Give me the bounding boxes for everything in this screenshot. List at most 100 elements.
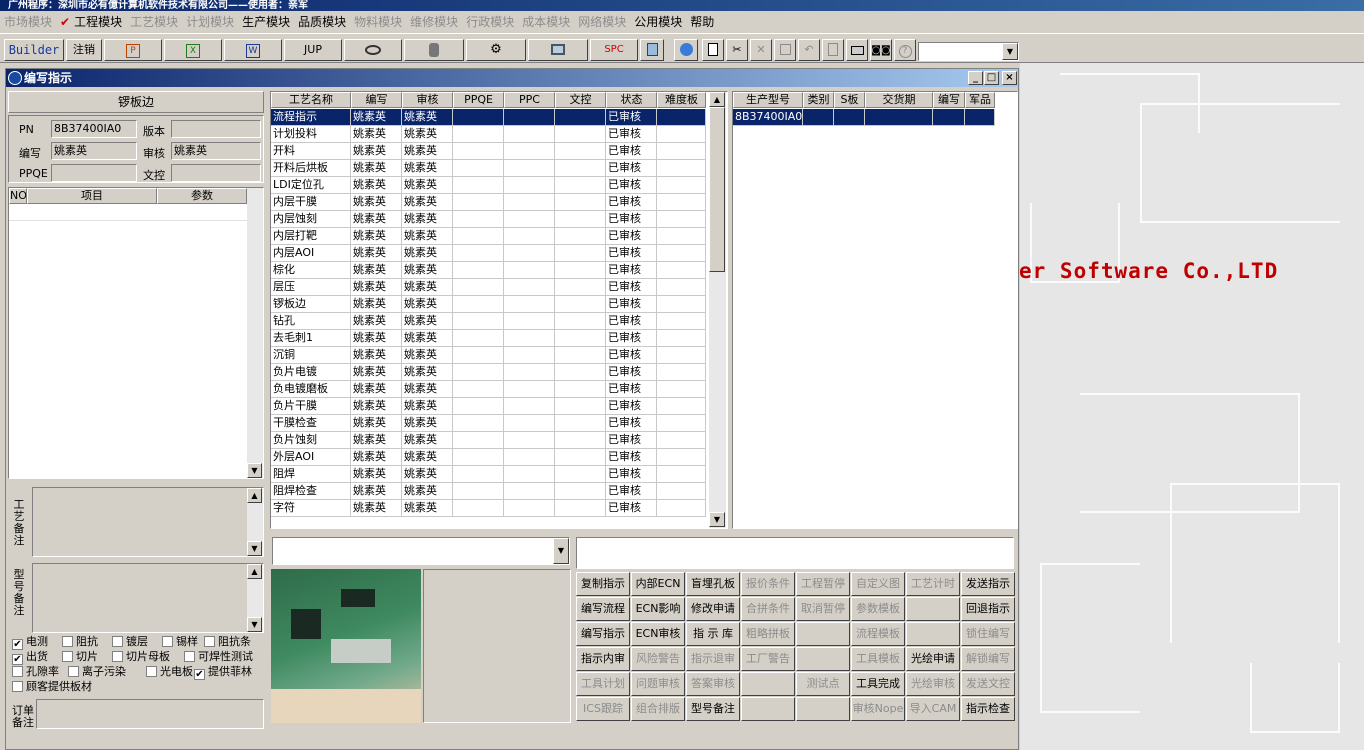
option-checkbox[interactable]: 离子污染: [68, 665, 126, 678]
action-button[interactable]: 指示检查: [961, 697, 1015, 721]
menu-item[interactable]: 网络模块: [574, 11, 630, 33]
process-row[interactable]: 负电镀磨板 姚素英 姚素英 已审核: [271, 381, 709, 398]
action-button[interactable]: 盲埋孔板: [686, 572, 740, 596]
powerpoint-button[interactable]: P: [104, 39, 162, 61]
chevron-down-icon[interactable]: ▼: [709, 512, 725, 527]
excel-button[interactable]: X: [164, 39, 222, 61]
checkbox-box[interactable]: [184, 651, 195, 662]
network-button[interactable]: ⚙: [466, 39, 526, 61]
action-button[interactable]: 型号备注: [686, 697, 740, 721]
chevron-down-icon[interactable]: ▼: [553, 538, 569, 564]
action-button[interactable]: 测试点: [796, 672, 850, 696]
checkbox-box[interactable]: [68, 666, 79, 677]
action-button[interactable]: ICS跟踪: [576, 697, 630, 721]
option-checkbox[interactable]: 切片: [62, 650, 98, 663]
option-checkbox[interactable]: 光电板: [146, 665, 193, 678]
checkbox-box[interactable]: [62, 636, 73, 647]
process-row[interactable]: 内层AOI 姚素英 姚素英 已审核: [271, 245, 709, 262]
action-button[interactable]: 组合排版: [631, 697, 685, 721]
process-scrollbar[interactable]: ▲ ▼: [709, 92, 726, 528]
checkbox-box[interactable]: ✔: [12, 639, 23, 650]
option-checkbox[interactable]: 可焊性测试: [184, 650, 253, 663]
action-button[interactable]: 回退指示: [961, 597, 1015, 621]
menu-item[interactable]: 品质模块: [294, 11, 350, 33]
process-row[interactable]: 锣板边 姚素英 姚素英 已审核: [271, 296, 709, 313]
action-button[interactable]: 粗略拼板: [741, 622, 795, 646]
action-button[interactable]: 工具完成: [851, 672, 905, 696]
help-button[interactable]: ?: [894, 39, 916, 61]
action-button[interactable]: 自定义图: [851, 572, 905, 596]
process-row[interactable]: 内层干膜 姚素英 姚素英 已审核: [271, 194, 709, 211]
pn-field[interactable]: 8B37400IA0: [51, 120, 137, 138]
process-col-header[interactable]: PPC: [504, 92, 555, 108]
logout-button[interactable]: 注销: [66, 39, 102, 61]
preview-button[interactable]: [822, 39, 844, 61]
version-field[interactable]: [171, 120, 261, 138]
action-button[interactable]: 参数模板: [851, 597, 905, 621]
checkbox-box[interactable]: [112, 636, 123, 647]
menu-item[interactable]: 维修模块: [406, 11, 462, 33]
action-button[interactable]: 锁住编写: [961, 622, 1015, 646]
process-row[interactable]: 层压 姚素英 姚素英 已审核: [271, 279, 709, 296]
option-checkbox[interactable]: 锡样: [162, 635, 198, 648]
action-button[interactable]: 指示内审: [576, 647, 630, 671]
product-col-header[interactable]: 类别: [803, 92, 834, 108]
order-note-field[interactable]: [36, 699, 264, 729]
option-checkbox[interactable]: 阻抗: [62, 635, 98, 648]
process-row[interactable]: 外层AOI 姚素英 姚素英 已审核: [271, 449, 709, 466]
param-col-item[interactable]: 项目: [27, 188, 157, 204]
builder-button[interactable]: Builder: [4, 39, 64, 61]
option-checkbox[interactable]: ✔ 电测: [12, 635, 48, 650]
action-button[interactable]: 指 示 库: [686, 622, 740, 646]
writer-field[interactable]: 姚素英: [51, 142, 137, 160]
product-row[interactable]: 8B37400IA0: [733, 109, 995, 126]
chevron-up-icon[interactable]: ▲: [709, 92, 725, 107]
model-note-scrollbar[interactable]: ▲ ▼: [247, 564, 263, 632]
menu-item[interactable]: 公用模块: [630, 11, 686, 33]
action-button[interactable]: 风险警告: [631, 647, 685, 671]
ppqe-field[interactable]: [51, 164, 137, 182]
model-note-field[interactable]: ▲ ▼: [32, 563, 264, 633]
action-button[interactable]: 取消暂停: [796, 597, 850, 621]
computer-button[interactable]: [528, 39, 588, 61]
param-scrollbar[interactable]: ▼: [247, 188, 263, 478]
action-button[interactable]: 编写指示: [576, 622, 630, 646]
process-row[interactable]: 流程指示 姚素英 姚素英 已审核: [271, 109, 709, 126]
menu-item[interactable]: 成本模块: [518, 11, 574, 33]
action-button[interactable]: [741, 697, 795, 721]
print-button[interactable]: [846, 39, 868, 61]
product-col-header[interactable]: 交货期: [865, 92, 933, 108]
param-col-no[interactable]: NO: [9, 188, 27, 204]
action-button[interactable]: ECN影响: [631, 597, 685, 621]
action-button[interactable]: [796, 647, 850, 671]
option-checkbox[interactable]: 阻抗条: [204, 635, 251, 648]
action-button[interactable]: 流程模板: [851, 622, 905, 646]
action-button[interactable]: 报价条件: [741, 572, 795, 596]
action-button[interactable]: 工厂警告: [741, 647, 795, 671]
craft-note-scrollbar[interactable]: ▲ ▼: [247, 488, 263, 556]
maximize-button[interactable]: □: [984, 71, 999, 85]
action-button[interactable]: 工具计划: [576, 672, 630, 696]
checkbox-box[interactable]: [204, 636, 215, 647]
checkbox-box[interactable]: [162, 636, 173, 647]
craft-note-field[interactable]: ▲ ▼: [32, 487, 264, 557]
action-button[interactable]: 发送指示: [961, 572, 1015, 596]
action-button[interactable]: 编写流程: [576, 597, 630, 621]
option-checkbox[interactable]: ✔ 提供菲林: [194, 665, 252, 680]
option-checkbox[interactable]: 镀层: [112, 635, 148, 648]
menu-item[interactable]: 帮助: [686, 11, 718, 33]
action-button[interactable]: 指示退审: [686, 647, 740, 671]
process-row[interactable]: 内层蚀刻 姚素英 姚素英 已审核: [271, 211, 709, 228]
action-button[interactable]: 工具模板: [851, 647, 905, 671]
process-row[interactable]: 负片电镀 姚素英 姚素英 已审核: [271, 364, 709, 381]
spc-button[interactable]: SPC: [590, 39, 638, 61]
checkbox-box[interactable]: [146, 666, 157, 677]
menu-item[interactable]: 计划模块: [182, 11, 238, 33]
product-col-header[interactable]: S板: [834, 92, 865, 108]
action-button[interactable]: 问题审核: [631, 672, 685, 696]
undo-button[interactable]: ↶: [798, 39, 820, 61]
process-row[interactable]: 内层打靶 姚素英 姚素英 已审核: [271, 228, 709, 245]
chevron-down-icon[interactable]: ▼: [247, 463, 262, 478]
word-button[interactable]: W: [224, 39, 282, 61]
process-row[interactable]: 计划投料 姚素英 姚素英 已审核: [271, 126, 709, 143]
